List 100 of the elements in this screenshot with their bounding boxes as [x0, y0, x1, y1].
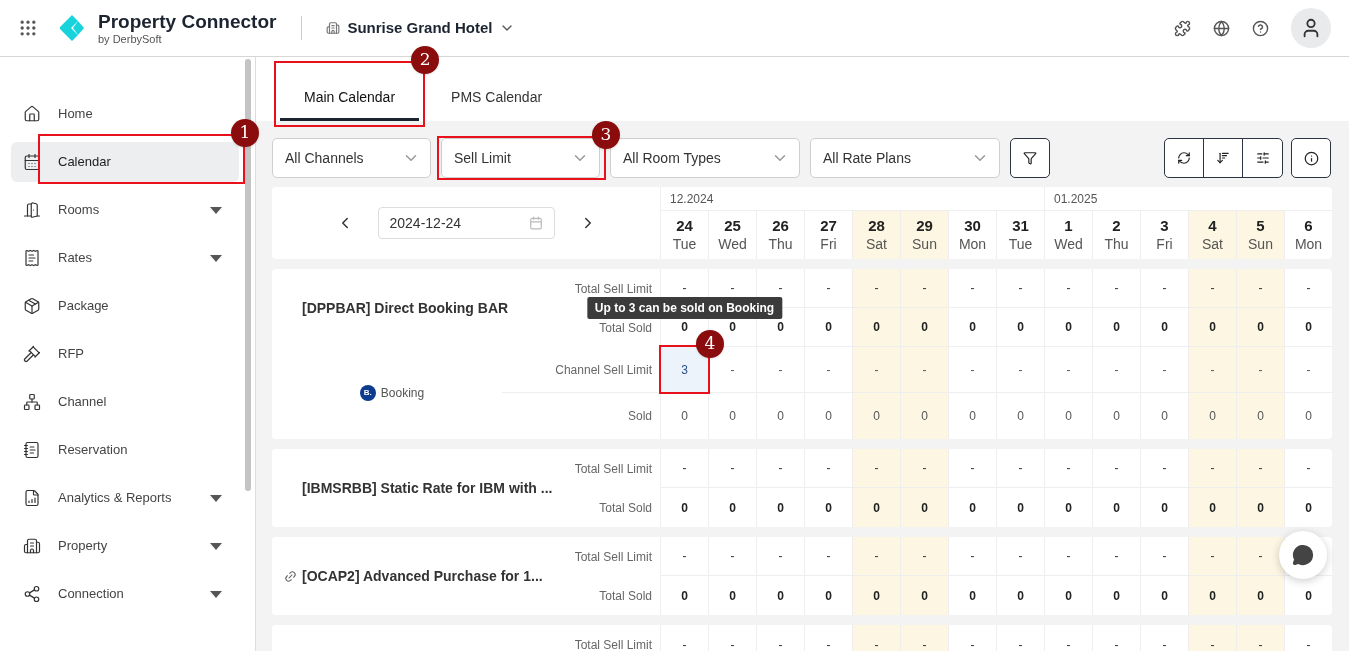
calendar-cell[interactable]: 0: [1161, 588, 1168, 603]
calendar-cell[interactable]: -: [874, 461, 879, 475]
calendar-cell[interactable]: 0: [757, 393, 804, 439]
sidebar-item[interactable]: Rooms: [11, 190, 239, 230]
calendar-cell[interactable]: 0: [1189, 393, 1236, 439]
calendar-cell[interactable]: -: [682, 637, 687, 651]
sidebar-item[interactable]: Channel: [11, 382, 239, 422]
calendar-cell[interactable]: 0: [729, 500, 736, 515]
calendar-cell[interactable]: -: [730, 461, 735, 475]
calendar-cell[interactable]: 0: [777, 500, 784, 515]
calendar-cell[interactable]: 0: [1065, 320, 1072, 334]
calendar-cell[interactable]: -: [970, 549, 975, 563]
calendar-cell[interactable]: 0: [1093, 393, 1140, 439]
calendar-cell[interactable]: -: [1141, 347, 1188, 392]
calendar-cell[interactable]: 0: [1305, 320, 1312, 334]
calendar-cell[interactable]: 0: [921, 320, 928, 334]
calendar-cell[interactable]: 0: [1065, 588, 1072, 603]
calendar-cell[interactable]: -: [682, 549, 687, 563]
calendar-cell[interactable]: -: [1210, 281, 1215, 295]
help-icon[interactable]: [1252, 19, 1269, 37]
calendar-cell[interactable]: 0: [1017, 500, 1024, 515]
sidebar-item[interactable]: Rates: [11, 238, 239, 278]
calendar-cell[interactable]: 0: [729, 320, 736, 334]
calendar-cell[interactable]: -: [853, 347, 900, 392]
calendar-cell[interactable]: -: [1018, 549, 1023, 563]
info-button[interactable]: [1291, 138, 1331, 178]
calendar-cell[interactable]: -: [1189, 347, 1236, 392]
avatar-button[interactable]: [1291, 8, 1331, 48]
date-field[interactable]: 2024-12-24: [377, 207, 555, 239]
filter-dropdown[interactable]: All Channels: [272, 138, 431, 178]
sidebar-item[interactable]: Connection: [11, 574, 239, 614]
calendar-cell[interactable]: -: [826, 549, 831, 563]
calendar-cell[interactable]: -: [1162, 549, 1167, 563]
calendar-cell[interactable]: 0: [969, 588, 976, 603]
sidebar-item[interactable]: Property: [11, 526, 239, 566]
calendar-cell[interactable]: 0: [681, 320, 688, 334]
calendar-cell[interactable]: -: [1114, 281, 1119, 295]
calendar-cell[interactable]: -: [1066, 549, 1071, 563]
calendar-cell[interactable]: 0: [729, 588, 736, 603]
calendar-cell[interactable]: -: [1114, 461, 1119, 475]
calendar-cell[interactable]: -: [1306, 281, 1311, 295]
sidebar-item[interactable]: Calendar: [11, 142, 239, 182]
calendar-cell[interactable]: -: [1258, 281, 1263, 295]
calendar-cell[interactable]: 0: [825, 588, 832, 603]
calendar-cell[interactable]: -: [874, 281, 879, 295]
calendar-cell[interactable]: 0: [969, 500, 976, 515]
calendar-cell[interactable]: -: [1258, 637, 1263, 651]
calendar-cell[interactable]: 0: [1257, 500, 1264, 515]
rate-plan-name[interactable]: [OCAP2] Advanced Purchase for 1...: [302, 565, 543, 587]
calendar-cell[interactable]: 0: [1045, 393, 1092, 439]
calendar-cell[interactable]: 0: [1161, 320, 1168, 334]
calendar-cell[interactable]: -: [1066, 281, 1071, 295]
calendar-cell[interactable]: 0: [681, 588, 688, 603]
calendar-cell[interactable]: -: [1306, 461, 1311, 475]
calendar-cell[interactable]: -: [1018, 281, 1023, 295]
calendar-cell[interactable]: -: [1237, 347, 1284, 392]
calendar-cell[interactable]: 0: [921, 588, 928, 603]
calendar-cell[interactable]: -: [1210, 549, 1215, 563]
calendar-cell[interactable]: 0: [949, 393, 996, 439]
calendar-cell[interactable]: 0: [825, 320, 832, 334]
calendar-cell[interactable]: 0: [777, 320, 784, 334]
calendar-cell[interactable]: -: [826, 461, 831, 475]
calendar-cell[interactable]: -: [1018, 637, 1023, 651]
calendar-cell[interactable]: 0: [873, 500, 880, 515]
calendar-cell[interactable]: -: [730, 637, 735, 651]
calendar-cell[interactable]: 0: [805, 393, 852, 439]
calendar-cell[interactable]: -: [682, 461, 687, 475]
calendar-cell[interactable]: -: [682, 281, 687, 295]
calendar-cell[interactable]: 0: [777, 588, 784, 603]
calendar-cell[interactable]: -: [997, 347, 1044, 392]
calendar-cell[interactable]: -: [922, 461, 927, 475]
calendar-cell[interactable]: 0: [1113, 320, 1120, 334]
calendar-cell[interactable]: -: [949, 347, 996, 392]
sidebar-item[interactable]: RFP: [11, 334, 239, 374]
calendar-cell[interactable]: 0: [825, 500, 832, 515]
calendar-cell[interactable]: -: [970, 637, 975, 651]
calendar-cell[interactable]: -: [778, 549, 783, 563]
calendar-cell[interactable]: -: [1210, 461, 1215, 475]
calendar-cell[interactable]: 0: [1305, 588, 1312, 603]
calendar-cell[interactable]: 0: [661, 393, 708, 439]
calendar-cell[interactable]: -: [826, 281, 831, 295]
calendar-cell[interactable]: -: [730, 549, 735, 563]
calendar-cell[interactable]: -: [826, 637, 831, 651]
calendar-cell[interactable]: -: [805, 347, 852, 392]
calendar-cell[interactable]: -: [1162, 281, 1167, 295]
calendar-cell[interactable]: -: [730, 281, 735, 295]
calendar-cell[interactable]: -: [1306, 637, 1311, 651]
calendar-cell[interactable]: 0: [873, 320, 880, 334]
calendar-cell[interactable]: 0: [1209, 588, 1216, 603]
calendar-cell[interactable]: 0: [873, 588, 880, 603]
calendar-cell[interactable]: 0: [1113, 500, 1120, 515]
filter-dropdown[interactable]: Sell Limit: [441, 138, 600, 178]
calendar-cell[interactable]: -: [874, 637, 879, 651]
calendar-cell[interactable]: 0: [1161, 500, 1168, 515]
calendar-cell[interactable]: 0: [681, 500, 688, 515]
calendar-cell[interactable]: -: [1210, 637, 1215, 651]
filter-button[interactable]: [1010, 138, 1050, 178]
calendar-cell[interactable]: -: [778, 281, 783, 295]
calendar-cell[interactable]: -: [778, 461, 783, 475]
calendar-cell[interactable]: 0: [901, 393, 948, 439]
